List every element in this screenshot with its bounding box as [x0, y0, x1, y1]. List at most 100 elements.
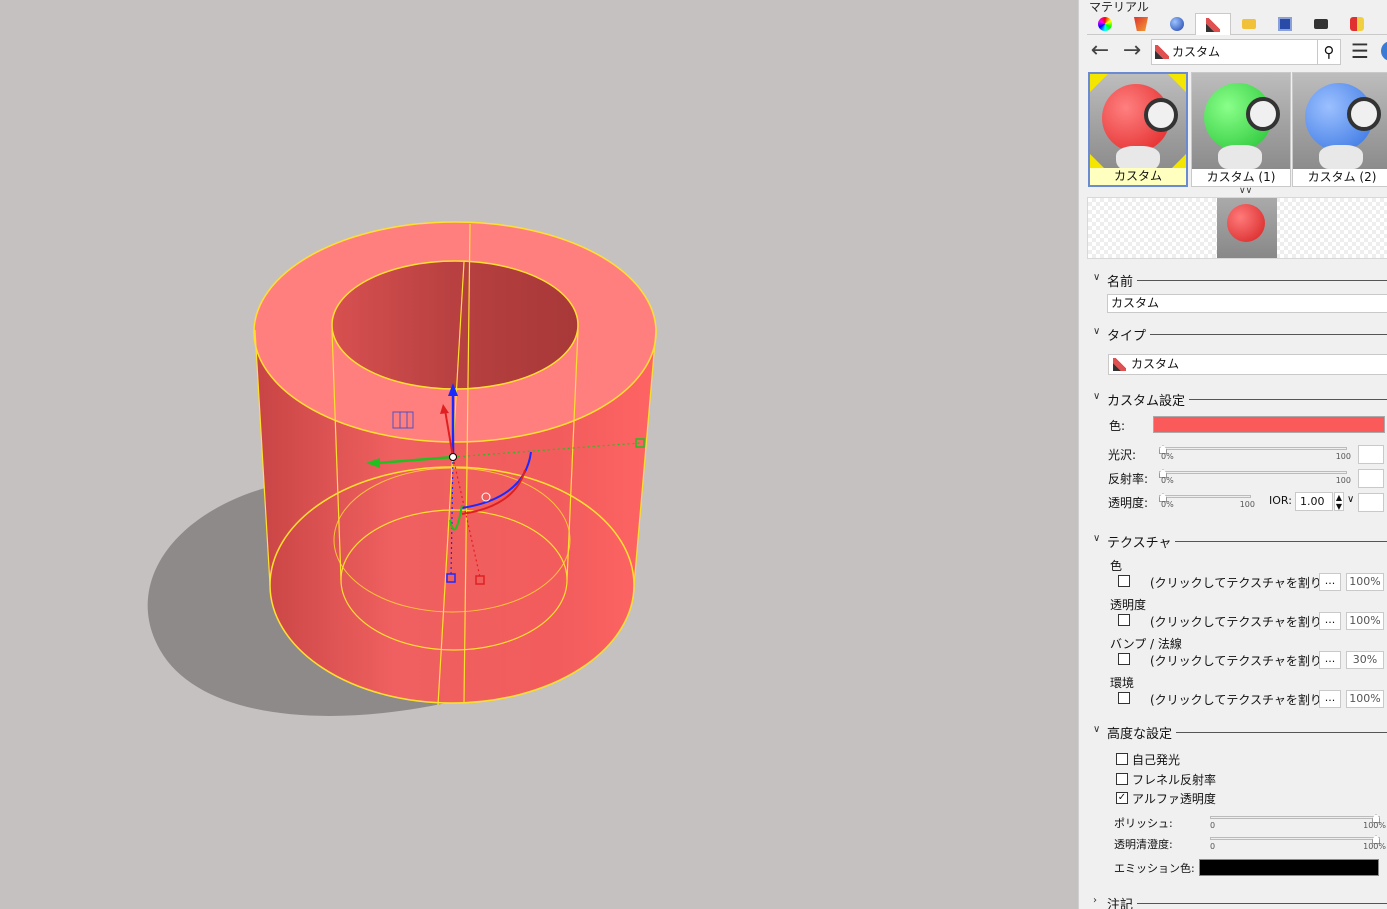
- section-type[interactable]: ∨ タイプ: [1093, 325, 1387, 344]
- breadcrumb-text: カスタム: [1172, 45, 1221, 59]
- fresnel-checkbox[interactable]: [1116, 773, 1128, 785]
- chevron-right-icon[interactable]: ›: [1093, 895, 1097, 906]
- tab-sphere[interactable]: [1159, 13, 1195, 35]
- section-notes[interactable]: › 注記: [1093, 894, 1387, 909]
- gloss-value[interactable]: [1358, 445, 1384, 464]
- tab-screen[interactable]: [1267, 13, 1303, 35]
- texture-label: 色: [1110, 559, 1123, 573]
- reflectivity-label: 反射率:: [1108, 472, 1149, 486]
- render-icon: [1134, 17, 1148, 31]
- breadcrumb[interactable]: カスタム: [1151, 39, 1329, 65]
- panel-tabbar: [1087, 13, 1387, 35]
- material-thumbnail-1[interactable]: カスタム (1): [1191, 72, 1291, 187]
- texture-browse-button[interactable]: ...: [1319, 573, 1341, 591]
- thumbnail-label: カスタム (1): [1192, 169, 1290, 186]
- camera-icon: [1314, 19, 1328, 29]
- transparency-label: 透明度:: [1108, 496, 1149, 510]
- expand-chevron-icon[interactable]: ∨∨: [1239, 186, 1252, 196]
- menu-icon[interactable]: ☰: [1349, 41, 1371, 63]
- texture-checkbox[interactable]: [1118, 575, 1130, 587]
- material-preview-sphere: [1305, 83, 1381, 151]
- texture-slot[interactable]: (クリックしてテクスチャを割り...: [1150, 652, 1333, 669]
- texture-amount[interactable]: 100%: [1346, 612, 1384, 630]
- texture-amount[interactable]: 30%: [1346, 651, 1384, 669]
- transparency-slider[interactable]: 0% 100: [1159, 492, 1255, 509]
- texture-slot[interactable]: (クリックしてテクスチャを割り...: [1150, 691, 1333, 708]
- polish-label: ポリッシュ:: [1114, 817, 1173, 830]
- color-swatch[interactable]: [1153, 416, 1385, 433]
- back-arrow-icon[interactable]: ←: [1087, 40, 1113, 64]
- polish-slider[interactable]: 0 100%: [1210, 813, 1386, 830]
- texture-checkbox[interactable]: [1118, 692, 1130, 704]
- texture-checkbox[interactable]: [1118, 614, 1130, 626]
- chevron-down-icon[interactable]: ∨: [1093, 272, 1100, 283]
- texture-amount[interactable]: 100%: [1346, 573, 1384, 591]
- texture-browse-button[interactable]: ...: [1319, 612, 1341, 630]
- globe-icon[interactable]: [1381, 41, 1387, 61]
- section-custom-settings[interactable]: ∨ カスタム設定: [1093, 390, 1387, 409]
- thumbnail-label: カスタム (2): [1293, 169, 1387, 186]
- color-label: 色:: [1109, 419, 1126, 433]
- viewport-canvas[interactable]: [0, 0, 1078, 909]
- material-brush-icon: [1206, 17, 1220, 32]
- gloss-label: 光沢:: [1108, 448, 1137, 462]
- forward-arrow-icon[interactable]: →: [1119, 40, 1145, 64]
- texture-browse-button[interactable]: ...: [1319, 690, 1341, 708]
- cylinder-hole[interactable]: [331, 260, 579, 390]
- search-icon[interactable]: ⚲: [1317, 39, 1341, 65]
- chevron-down-icon[interactable]: ∨: [1093, 533, 1100, 544]
- texture-slot[interactable]: (クリックしてテクスチャを割り...: [1150, 613, 1333, 630]
- texture-amount[interactable]: 100%: [1346, 690, 1384, 708]
- tab-camera[interactable]: [1303, 13, 1339, 35]
- chevron-down-icon[interactable]: ∨: [1093, 326, 1100, 337]
- fresnel-label: フレネル反射率: [1132, 773, 1217, 787]
- gloss-slider[interactable]: 0% 100: [1159, 444, 1351, 461]
- texture-label: 環境: [1110, 676, 1135, 690]
- material-preview-sphere: [1102, 84, 1178, 152]
- emission-color-swatch[interactable]: [1199, 859, 1379, 876]
- type-select-value: カスタム: [1131, 357, 1180, 371]
- name-input[interactable]: カスタム: [1107, 294, 1387, 313]
- ior-dropdown-icon[interactable]: ∨: [1347, 494, 1354, 505]
- reflectivity-value[interactable]: [1358, 469, 1384, 488]
- self-illumination-checkbox[interactable]: [1116, 753, 1128, 765]
- alpha-transparency-checkbox[interactable]: ✓: [1116, 792, 1128, 804]
- material-preview: [1087, 197, 1387, 259]
- emission-label: エミッション色:: [1114, 862, 1195, 875]
- reflectivity-slider[interactable]: 0% 100: [1159, 468, 1351, 485]
- sphere-icon: [1170, 17, 1184, 31]
- tab-light[interactable]: [1339, 13, 1375, 35]
- section-texture[interactable]: ∨ テクスチャ: [1093, 532, 1387, 551]
- ior-label: IOR:: [1269, 494, 1292, 507]
- tab-render[interactable]: [1123, 13, 1159, 35]
- color-wheel-icon: [1098, 17, 1112, 31]
- ior-input[interactable]: 1.00: [1295, 492, 1333, 511]
- material-thumbnail-0[interactable]: カスタム: [1088, 72, 1188, 187]
- alpha-transparency-label: アルファ透明度: [1132, 792, 1216, 806]
- tab-color-wheel[interactable]: [1087, 13, 1123, 35]
- tab-material[interactable]: [1195, 13, 1231, 35]
- section-advanced[interactable]: ∨ 高度な設定: [1093, 723, 1387, 742]
- chevron-down-icon[interactable]: ∨: [1093, 724, 1100, 735]
- 3d-viewport[interactable]: [0, 0, 1078, 909]
- material-preview-sphere: [1204, 83, 1280, 151]
- section-name[interactable]: ∨ 名前: [1093, 271, 1387, 290]
- clarity-slider[interactable]: 0 100%: [1210, 834, 1386, 851]
- ior-stepper[interactable]: ▲ ▼: [1334, 492, 1344, 511]
- folder-icon: [1242, 19, 1256, 29]
- custom-material-icon: [1155, 45, 1169, 59]
- navigation-bar: ← → カスタム ⚲ ☰: [1085, 38, 1387, 66]
- texture-slot[interactable]: (クリックしてテクスチャを割り...: [1150, 574, 1333, 591]
- custom-material-icon: [1113, 358, 1126, 371]
- texture-browse-button[interactable]: ...: [1319, 651, 1341, 669]
- chevron-down-icon[interactable]: ∨: [1093, 391, 1100, 402]
- texture-checkbox[interactable]: [1118, 653, 1130, 665]
- clarity-label: 透明清澄度:: [1114, 838, 1173, 851]
- texture-label: バンプ / 法線: [1110, 637, 1182, 651]
- transparency-value[interactable]: [1358, 493, 1384, 512]
- material-thumbnail-2[interactable]: カスタム (2): [1292, 72, 1387, 187]
- type-select[interactable]: カスタム: [1108, 354, 1387, 375]
- thumbnail-label: カスタム: [1090, 168, 1186, 185]
- tab-folder[interactable]: [1231, 13, 1267, 35]
- light-icon: [1350, 17, 1364, 31]
